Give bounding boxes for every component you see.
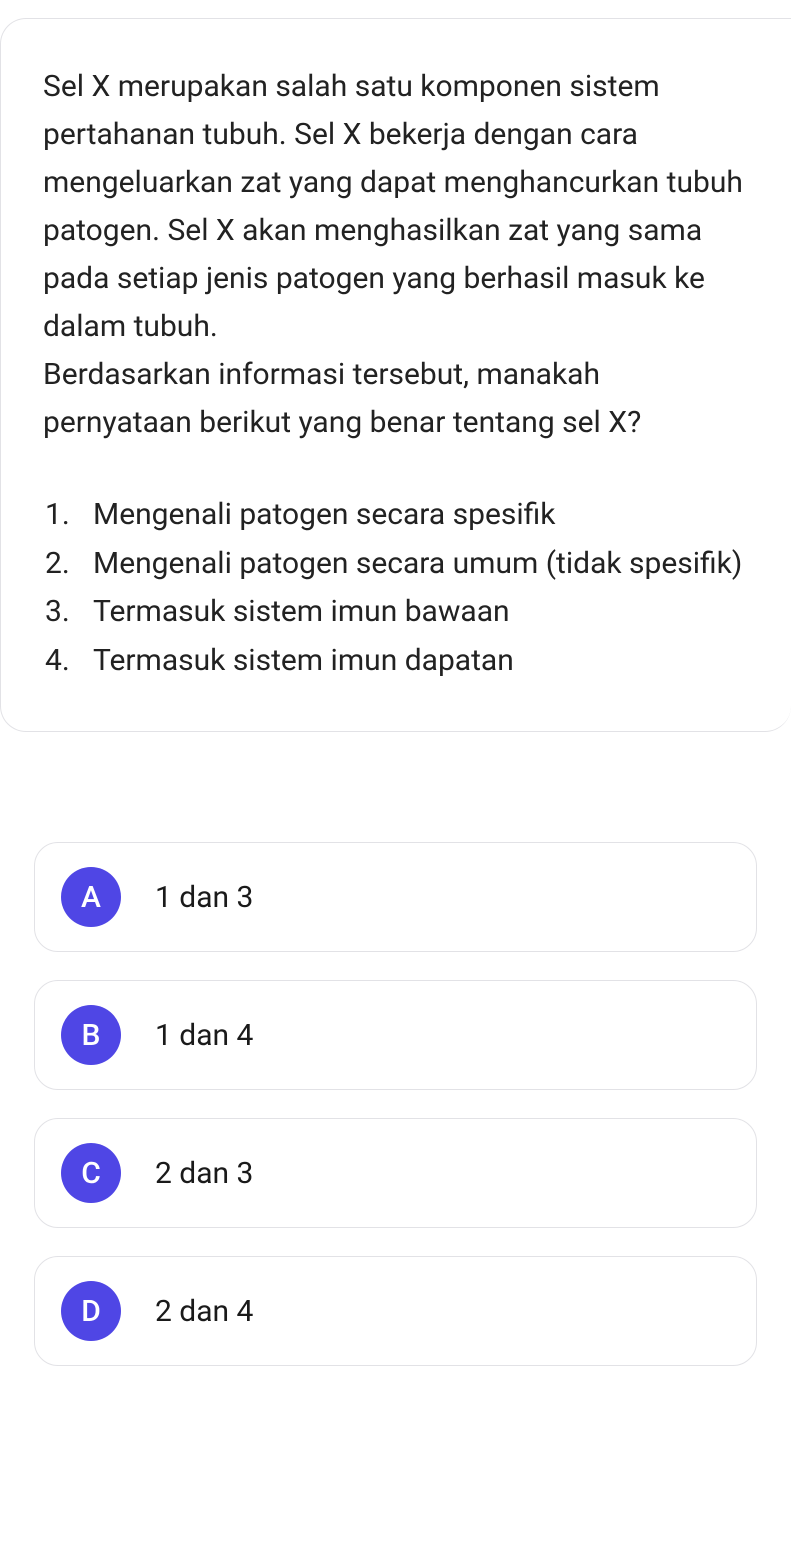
option-c[interactable]: C 2 dan 3 [34,1118,757,1228]
option-text: 1 dan 4 [155,1018,253,1053]
option-d[interactable]: D 2 dan 4 [34,1256,757,1366]
option-letter-badge: A [61,867,121,927]
question-text-block: Sel X merupakan salah satu komponen sist… [43,63,749,447]
question-paragraph-1: Sel X merupakan salah satu komponen sist… [43,63,749,351]
statement-item: Mengenali patogen secara umum (tidak spe… [93,540,749,589]
statement-item: Mengenali patogen secara spesifik [93,491,749,540]
option-letter-badge: B [61,1005,121,1065]
option-b[interactable]: B 1 dan 4 [34,980,757,1090]
question-paragraph-2: Berdasarkan informasi tersebut, manakah … [43,351,749,447]
statement-item: Termasuk sistem imun bawaan [93,588,749,637]
option-text: 2 dan 3 [155,1156,253,1191]
statement-item: Termasuk sistem imun dapatan [93,637,749,686]
statement-list: Mengenali patogen secara spesifik Mengen… [43,491,749,685]
options-list: A 1 dan 3 B 1 dan 4 C 2 dan 3 D 2 dan 4 [34,842,757,1366]
option-letter-badge: D [61,1281,121,1341]
option-letter-badge: C [61,1143,121,1203]
option-text: 1 dan 3 [155,880,253,915]
option-a[interactable]: A 1 dan 3 [34,842,757,952]
question-card: Sel X merupakan salah satu komponen sist… [0,18,791,732]
option-text: 2 dan 4 [155,1294,253,1329]
